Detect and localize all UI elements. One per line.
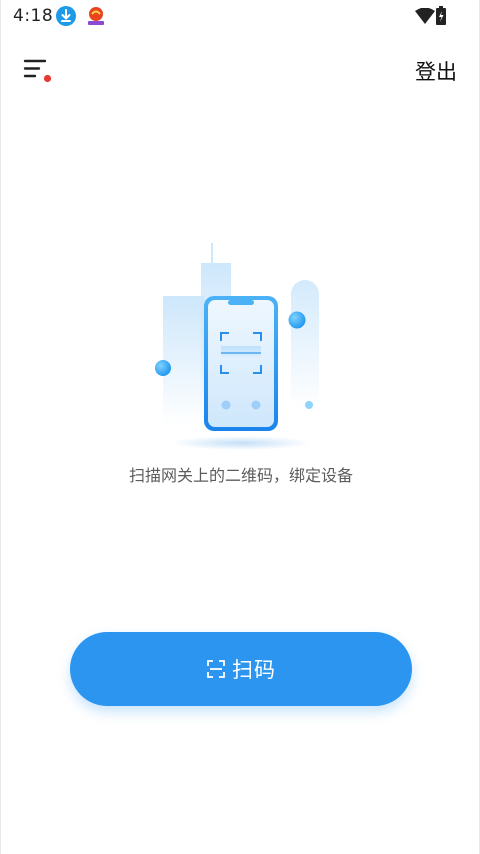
wifi-icon xyxy=(415,8,435,24)
download-icon xyxy=(56,6,76,26)
app-notification-icon xyxy=(88,7,104,25)
menu-icon[interactable] xyxy=(23,56,53,84)
phone-scan-illustration xyxy=(155,243,319,450)
scan-button[interactable]: 扫码 xyxy=(70,632,412,706)
logout-button[interactable]: 登出 xyxy=(415,56,457,86)
scan-icon xyxy=(207,660,225,678)
status-bar: 4:18 xyxy=(1,0,480,32)
scan-button-label: 扫码 xyxy=(232,658,276,682)
status-time: 4:18 xyxy=(13,6,54,26)
battery-charging-icon xyxy=(436,6,446,25)
notification-dot xyxy=(43,74,52,83)
app-screen: 4:18 登出 扫描网关上的二维码，绑定设备 扫码 xyxy=(0,0,480,854)
scan-instruction-text: 扫描网关上的二维码，绑定设备 xyxy=(128,466,353,485)
